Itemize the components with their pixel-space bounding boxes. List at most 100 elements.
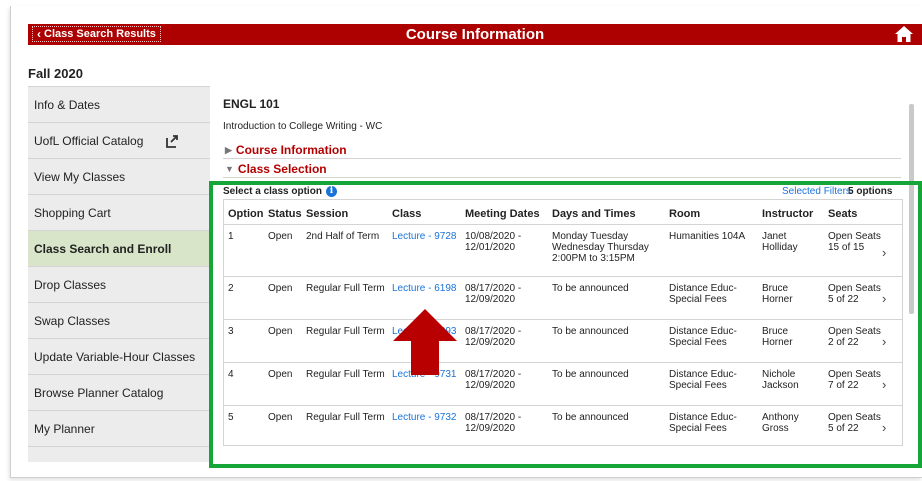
seats-cell: Open Seats 2 of 22: [828, 326, 881, 348]
divider: [223, 158, 901, 159]
sidebar-item-label: Shopping Cart: [34, 205, 111, 220]
chevron-right-icon[interactable]: ›: [882, 291, 886, 306]
class-section-link[interactable]: Lecture - 9732: [392, 412, 457, 423]
sidebar-item-label: UofL Official Catalog: [34, 133, 144, 148]
column-header-status: Status: [268, 208, 302, 220]
sidebar-item-drop-classes[interactable]: Drop Classes: [28, 267, 210, 303]
sidebar-item-class-search-enroll[interactable]: Class Search and Enroll: [28, 231, 210, 267]
class-section-link[interactable]: Lecture - 9728: [392, 231, 457, 242]
instructor-cell: Anthony Gross: [762, 412, 799, 434]
option-cell: 5: [228, 412, 234, 423]
course-code: ENGL 101: [223, 97, 280, 111]
info-icon[interactable]: i: [325, 186, 337, 197]
status-cell: Open: [268, 369, 293, 380]
instructor-cell: Bruce Horner: [762, 283, 793, 305]
sidebar-item-label: Drop Classes: [34, 277, 107, 292]
options-count: 5 options: [848, 186, 893, 197]
days-times-cell: To be announced: [552, 369, 629, 380]
column-header-instructor: Instructor: [762, 208, 814, 220]
room-cell: Distance Educ- Special Fees: [669, 369, 737, 391]
page-title: Course Information: [405, 26, 545, 43]
sidebar-item-view-my-classes[interactable]: View My Classes: [28, 159, 210, 195]
chevron-right-icon[interactable]: ›: [882, 245, 886, 260]
triangle-right-icon: ▶: [225, 144, 232, 155]
sidebar: Info & Dates UofL Official Catalog View …: [28, 86, 210, 462]
seats-cell: Open Seats 7 of 22: [828, 369, 881, 391]
table-row[interactable]: 1 Open 2nd Half of Term Lecture - 9728 1…: [224, 224, 902, 276]
sidebar-item-swap-classes[interactable]: Swap Classes: [28, 303, 210, 339]
sidebar-item-label: Class Search and Enroll: [34, 241, 172, 256]
table-row[interactable]: 5 Open Regular Full Term Lecture - 9732 …: [224, 405, 902, 446]
class-section-link[interactable]: Lecture - 6198: [392, 283, 457, 294]
sidebar-item-label: My Planner: [34, 421, 95, 436]
select-option-label: Select a class option i: [223, 186, 337, 197]
course-information-link[interactable]: ▶ Course Information: [225, 143, 347, 157]
table-row[interactable]: 3 Open Regular Full Term Lecture - 6393 …: [224, 319, 902, 362]
page: ‹ Class Search Results Course Informatio…: [0, 0, 922, 481]
room-cell: Humanities 104A: [669, 231, 746, 242]
sidebar-item-browse-planner-catalog[interactable]: Browse Planner Catalog: [28, 375, 210, 411]
class-options-table: Option Status Session Class Meeting Date…: [223, 199, 903, 446]
option-cell: 4: [228, 369, 234, 380]
main-content: ENGL 101 Introduction to College Writing…: [210, 86, 922, 462]
status-cell: Open: [268, 283, 293, 294]
class-section-link[interactable]: Lecture - 6393: [392, 326, 457, 337]
days-times-cell: To be announced: [552, 283, 629, 294]
chevron-right-icon[interactable]: ›: [882, 420, 886, 435]
room-cell: Distance Educ- Special Fees: [669, 283, 737, 305]
status-cell: Open: [268, 231, 293, 242]
column-header-days-times: Days and Times: [552, 208, 636, 220]
selected-filters-link[interactable]: Selected Filters: [782, 186, 851, 197]
room-cell: Distance Educ- Special Fees: [669, 326, 737, 348]
column-header-meeting-dates: Meeting Dates: [465, 208, 540, 220]
column-header-room: Room: [669, 208, 701, 220]
session-cell: Regular Full Term: [306, 326, 385, 337]
days-times-cell: Monday Tuesday Wednesday Thursday 2:00PM t…: [552, 231, 649, 264]
status-cell: Open: [268, 326, 293, 337]
instructor-cell: Janet Holliday: [762, 231, 798, 253]
sidebar-item-official-catalog[interactable]: UofL Official Catalog: [28, 123, 210, 159]
course-information-label: Course Information: [235, 143, 347, 157]
sidebar-item-my-planner[interactable]: My Planner: [28, 411, 210, 447]
home-icon[interactable]: [894, 25, 914, 43]
select-option-text: Select a class option: [223, 186, 322, 197]
class-selection-label: Class Selection: [237, 162, 327, 176]
triangle-down-icon: ▼: [225, 164, 234, 174]
sidebar-item-label: Browse Planner Catalog: [34, 385, 164, 400]
room-cell: Distance Educ- Special Fees: [669, 412, 737, 434]
divider: [223, 177, 901, 178]
option-cell: 1: [228, 231, 234, 242]
chevron-right-icon[interactable]: ›: [882, 334, 886, 349]
session-cell: 2nd Half of Term: [306, 231, 380, 242]
scrollbar[interactable]: [909, 104, 914, 314]
sidebar-item-label: View My Classes: [34, 169, 126, 184]
meeting-dates-cell: 08/17/2020 -12/09/2020: [465, 283, 522, 305]
column-header-class: Class: [392, 208, 422, 220]
instructor-cell: Bruce Horner: [762, 326, 793, 348]
session-cell: Regular Full Term: [306, 412, 385, 423]
meeting-dates-cell: 08/17/2020 -12/09/2020: [465, 412, 522, 434]
sidebar-item-info-dates[interactable]: Info & Dates: [28, 87, 210, 123]
sidebar-item-label: Swap Classes: [34, 313, 111, 328]
option-cell: 3: [228, 326, 234, 337]
instructor-cell: Nichole Jackson: [762, 369, 799, 391]
table-row[interactable]: 4 Open Regular Full Term Lecture - 9731 …: [224, 362, 902, 405]
sidebar-item-update-variable-hour[interactable]: Update Variable-Hour Classes: [28, 339, 210, 375]
session-cell: Regular Full Term: [306, 369, 385, 380]
sidebar-item-label: Info & Dates: [34, 97, 101, 112]
column-header-option: Option: [228, 208, 264, 220]
class-selection-link[interactable]: ▼ Class Selection: [225, 162, 327, 176]
days-times-cell: To be announced: [552, 326, 629, 337]
meeting-dates-cell: 10/08/2020 -12/01/2020: [465, 231, 522, 253]
table-row[interactable]: 2 Open Regular Full Term Lecture - 6198 …: [224, 276, 902, 319]
chevron-right-icon[interactable]: ›: [882, 377, 886, 392]
sidebar-item-shopping-cart[interactable]: Shopping Cart: [28, 195, 210, 231]
column-header-session: Session: [306, 208, 349, 220]
course-name: Introduction to College Writing - WC: [223, 121, 383, 132]
option-cell: 2: [228, 283, 234, 294]
status-cell: Open: [268, 412, 293, 423]
seats-cell: Open Seats 5 of 22: [828, 412, 881, 434]
external-link-icon: [166, 135, 178, 148]
days-times-cell: To be announced: [552, 412, 629, 423]
class-section-link[interactable]: Lecture - 9731: [392, 369, 457, 380]
